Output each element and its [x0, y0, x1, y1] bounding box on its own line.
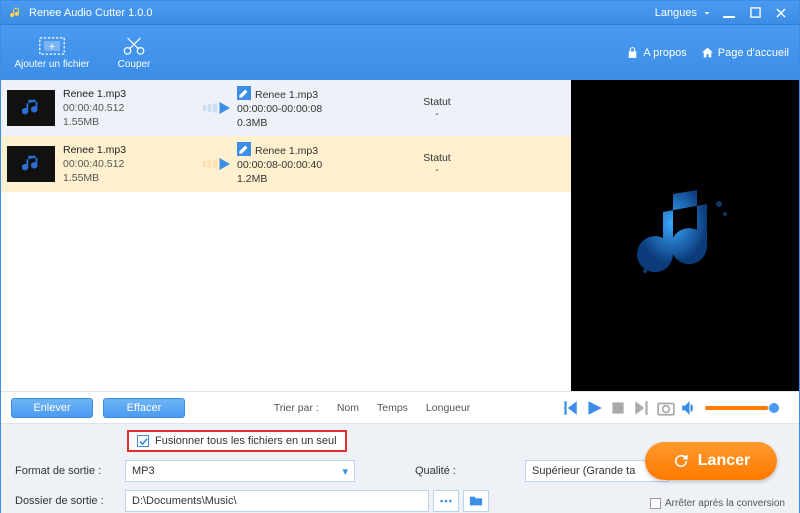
volume-slider[interactable]: [705, 406, 779, 410]
folder-icon: [469, 494, 483, 508]
list-item[interactable]: Renee 1.mp3 00:00:40.512 1.55MB Renee 1.…: [1, 80, 571, 136]
volume-icon: [681, 401, 695, 415]
maximize-button[interactable]: [745, 5, 765, 21]
folder-input[interactable]: D:\Documents\Music\: [125, 490, 429, 512]
clear-button[interactable]: Effacer: [103, 398, 185, 418]
status-col: Statut -: [387, 96, 487, 120]
quality-label: Qualité :: [415, 465, 525, 477]
close-button[interactable]: [771, 5, 791, 21]
about-link[interactable]: A propos: [626, 46, 686, 59]
add-file-button[interactable]: + Ajouter un fichier: [11, 28, 93, 78]
browse-folder-button[interactable]: [433, 490, 459, 512]
language-dropdown[interactable]: Langues: [655, 7, 713, 19]
list-item[interactable]: Renee 1.mp3 00:00:40.512 1.55MB Renee 1.…: [1, 136, 571, 192]
minimize-button[interactable]: [719, 5, 739, 21]
arrow-icon: [199, 154, 237, 174]
launch-button[interactable]: Lancer: [645, 442, 777, 480]
list-actions-bar: Enlever Effacer Trier par : Nom Temps Lo…: [1, 391, 799, 423]
sort-controls: Trier par : Nom Temps Longueur: [274, 402, 471, 414]
open-folder-button[interactable]: [463, 490, 489, 512]
scissors-icon: [121, 35, 147, 57]
stop-button[interactable]: [609, 399, 627, 417]
output-settings: Fusionner tous les fichiers en un seul F…: [1, 423, 799, 513]
output-info: Renee 1.mp3 00:00:00-00:00:08 0.3MB: [237, 86, 387, 131]
stop-after-checkbox[interactable]: Arrêter après la conversion: [650, 498, 785, 509]
filmstrip-add-icon: +: [39, 35, 65, 57]
cut-button[interactable]: Couper: [93, 28, 175, 78]
home-icon: [701, 46, 714, 59]
status-col: Statut -: [387, 152, 487, 176]
edit-icon[interactable]: [237, 86, 251, 100]
edit-icon[interactable]: [237, 142, 251, 156]
sort-by-length[interactable]: Longueur: [426, 402, 470, 414]
file-thumbnail: [7, 146, 55, 182]
svg-text:+: +: [49, 41, 56, 53]
titlebar: Renee Audio Cutter 1.0.0 Langues: [1, 1, 799, 25]
play-button[interactable]: [585, 399, 603, 417]
chevron-down-icon: [701, 7, 713, 19]
toolbar: + Ajouter un fichier Couper A propos Pag…: [1, 25, 799, 80]
output-info: Renee 1.mp3 00:00:08-00:00:40 1.2MB: [237, 142, 387, 187]
format-select[interactable]: MP3 ▾: [125, 460, 355, 482]
app-logo-icon: [9, 6, 23, 20]
preview-pane: [571, 80, 799, 391]
folder-label: Dossier de sortie :: [15, 495, 125, 507]
source-info: Renee 1.mp3 00:00:40.512 1.55MB: [63, 143, 199, 186]
app-title: Renee Audio Cutter 1.0.0: [29, 7, 153, 19]
chevron-down-icon: ▾: [342, 465, 348, 478]
sort-by-name[interactable]: Nom: [337, 402, 359, 414]
checkbox-empty-icon: [650, 498, 661, 509]
source-info: Renee 1.mp3 00:00:40.512 1.55MB: [63, 87, 199, 130]
main-area: Renee 1.mp3 00:00:40.512 1.55MB Renee 1.…: [1, 80, 799, 391]
arrow-icon: [199, 98, 237, 118]
file-list: Renee 1.mp3 00:00:40.512 1.55MB Renee 1.…: [1, 80, 571, 391]
refresh-icon: [672, 452, 690, 470]
music-note-icon: [625, 176, 745, 296]
merge-checkbox-highlighted[interactable]: Fusionner tous les fichiers en un seul: [127, 430, 347, 452]
file-thumbnail: [7, 90, 55, 126]
player-controls: [561, 399, 789, 417]
sort-by-time[interactable]: Temps: [377, 402, 408, 414]
checkbox-icon: [137, 435, 149, 447]
dots-icon: [439, 494, 453, 508]
prev-button[interactable]: [561, 399, 579, 417]
lock-icon: [626, 46, 639, 59]
homepage-link[interactable]: Page d'accueil: [701, 46, 789, 59]
format-label: Format de sortie :: [15, 465, 125, 477]
snapshot-button[interactable]: [657, 399, 675, 417]
remove-button[interactable]: Enlever: [11, 398, 93, 418]
next-button[interactable]: [633, 399, 651, 417]
